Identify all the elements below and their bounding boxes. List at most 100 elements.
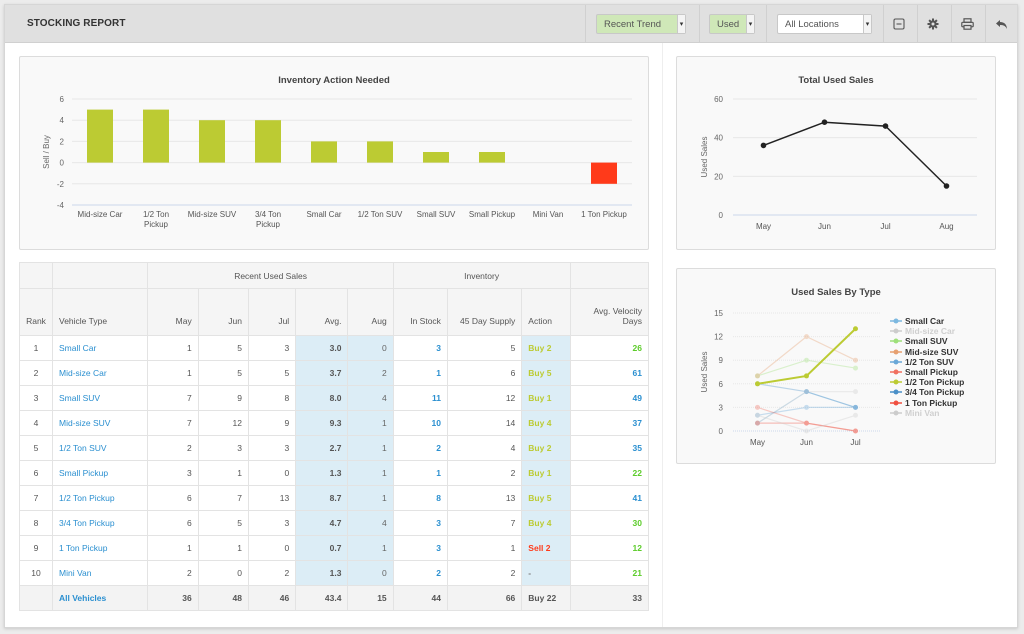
legend-marker-icon <box>890 378 902 386</box>
legend-item[interactable]: 1 Ton Pickup <box>890 398 957 408</box>
legend-item[interactable]: Mid-size SUV <box>890 347 958 357</box>
y-tick-label: 3 <box>719 403 724 412</box>
used-sales-by-type-panel: Used Sales By Type 15 12 9 6 3 0 Used Sales May… <box>676 268 996 464</box>
condition-select[interactable]: Used ▾ <box>709 14 755 34</box>
x-tick-label: Mid-size SUV <box>188 210 237 219</box>
in-stock-link[interactable]: 10 <box>392 410 448 436</box>
vehicle-type-link[interactable]: Small Car <box>51 335 149 361</box>
column-header-vehicle-type[interactable]: Vehicle Type <box>51 288 149 336</box>
avg-cell: 8.0 <box>295 385 349 411</box>
table-row: 91 Ton Pickup 1 1 0 0.7 1 3 1 Sell 2 12 <box>19 535 650 561</box>
in-stock-link[interactable]: 2 <box>392 435 448 461</box>
supply-cell: 2 <box>446 560 523 586</box>
column-header-may[interactable]: May <box>147 288 199 336</box>
x-tick-label: Mini Van <box>533 210 564 219</box>
legend-item[interactable]: Small Pickup <box>890 367 958 377</box>
in-stock-link[interactable]: 2 <box>392 560 448 586</box>
chevron-down-icon: ▾ <box>746 15 754 33</box>
x-tick-label-line: Pickup <box>144 220 169 229</box>
jun-cell: 9 <box>197 385 249 411</box>
column-header-velocity[interactable]: Avg. Velocity Days <box>569 288 650 336</box>
column-header-in-stock[interactable]: In Stock <box>392 288 448 336</box>
data-point <box>804 420 809 426</box>
aug-cell: 1 <box>347 460 394 486</box>
column-header-aug[interactable]: Aug <box>347 288 394 336</box>
inventory-action-panel: Inventory Action Needed 6 4 2 0 -2 -4 Sell / B… <box>19 56 649 250</box>
bar <box>87 109 113 163</box>
vehicle-type-link[interactable]: 1 Ton Pickup <box>51 535 149 561</box>
action-cell: Buy 2 <box>521 435 571 461</box>
total-action: Buy 22 <box>521 585 571 611</box>
toolbar-divider <box>951 5 952 43</box>
column-header-45-day-supply[interactable]: 45 Day Supply <box>446 288 523 336</box>
data-point <box>804 373 809 379</box>
column-header-action[interactable]: Action <box>521 288 571 336</box>
rank-cell: 6 <box>19 460 53 486</box>
legend-item[interactable]: 3/4 Ton Pickup <box>890 387 964 397</box>
legend-marker-icon <box>890 399 902 407</box>
in-stock-link[interactable]: 8 <box>392 485 448 511</box>
data-point <box>755 381 760 387</box>
inventory-action-chart: 6420-2-4Sell / BuyMid-size Car 1/2 Ton Pic… <box>42 95 632 229</box>
rank-cell: 1 <box>19 335 53 361</box>
data-point <box>853 389 858 395</box>
x-tick-label: Jul <box>850 438 860 447</box>
in-stock-link[interactable]: 3 <box>392 510 448 536</box>
column-header-jul[interactable]: Jul <box>247 288 297 336</box>
print-button[interactable] <box>957 14 977 34</box>
action-cell: Buy 1 <box>521 385 571 411</box>
vehicle-type-link[interactable]: 3/4 Ton Pickup <box>51 510 149 536</box>
column-header-rank[interactable]: Rank <box>19 288 53 336</box>
legend-item[interactable]: Mid-size Car <box>890 326 955 336</box>
vehicle-type-link[interactable]: Mini Van <box>51 560 149 586</box>
table-row: 10 Mini Van 2 0 2 1.3 0 2 2-21 <box>19 560 650 586</box>
legend-item[interactable]: 1/2 Ton SUV <box>890 357 954 367</box>
table-row: 6 Small Pickup 3 1 0 1.3 1 1 2 Buy 1 22 <box>19 460 650 486</box>
legend-item[interactable]: 1/2 Ton Pickup <box>890 377 964 387</box>
collapse-button[interactable] <box>889 14 909 34</box>
vehicle-type-link[interactable]: 1/2 Ton Pickup <box>51 485 149 511</box>
column-header-jun[interactable]: Jun <box>197 288 249 336</box>
vehicle-type-link[interactable]: Small Pickup <box>51 460 149 486</box>
vehicle-type-link[interactable]: 1/2 Ton SUV <box>51 435 149 461</box>
jun-cell: 5 <box>197 360 249 386</box>
legend-item[interactable]: Small SUV <box>890 336 948 346</box>
avg-cell: 0.7 <box>295 535 349 561</box>
in-stock-link[interactable]: 11 <box>392 385 448 411</box>
column-header-avg[interactable]: Avg. <box>295 288 349 336</box>
toolbar-divider <box>585 5 586 43</box>
vehicle-type-link[interactable]: Mid-size SUV <box>51 410 149 436</box>
legend-marker-icon <box>890 348 902 356</box>
used-sales-by-type-chart: 15 12 9 6 3 0 Used Sales May Jun Jul <box>700 309 880 447</box>
trend-select[interactable]: Recent Trend ▾ <box>596 14 686 34</box>
back-icon <box>995 19 1007 29</box>
in-stock-link[interactable]: 1 <box>392 460 448 486</box>
rank-cell: 3 <box>19 385 53 411</box>
collapse-icon <box>893 18 905 30</box>
data-point <box>882 123 889 129</box>
may-cell: 3 <box>147 460 199 486</box>
vehicle-type-link[interactable]: Mid-size Car <box>51 360 149 386</box>
settings-button[interactable] <box>923 14 943 34</box>
aug-cell: 1 <box>347 410 394 436</box>
legend-item[interactable]: Mini Van <box>890 408 939 418</box>
data-point <box>821 119 828 125</box>
toolbar-divider <box>917 5 918 43</box>
legend-item[interactable]: Small Car <box>890 316 944 326</box>
back-button[interactable] <box>991 14 1011 34</box>
x-tick-label: Jul <box>880 222 890 231</box>
data-point <box>804 404 809 410</box>
supply-cell: 1 <box>446 535 523 561</box>
jul-cell: 13 <box>247 485 297 511</box>
total-may: 36 <box>147 585 199 611</box>
table-row: 5 1/2 Ton SUV 2 3 3 2.7 1 2 4 Buy 2 35 <box>19 435 650 461</box>
vehicle-type-link[interactable]: Small SUV <box>51 385 149 411</box>
rank-cell: 5 <box>19 435 53 461</box>
in-stock-link[interactable]: 1 <box>392 360 448 386</box>
y-tick-label: 20 <box>714 172 723 181</box>
in-stock-link[interactable]: 3 <box>392 535 448 561</box>
total-vehicle-link[interactable]: All Vehicles <box>51 585 149 611</box>
series-line <box>757 383 856 408</box>
location-select[interactable]: All Locations ▾ <box>777 14 872 34</box>
in-stock-link[interactable]: 3 <box>392 335 448 361</box>
